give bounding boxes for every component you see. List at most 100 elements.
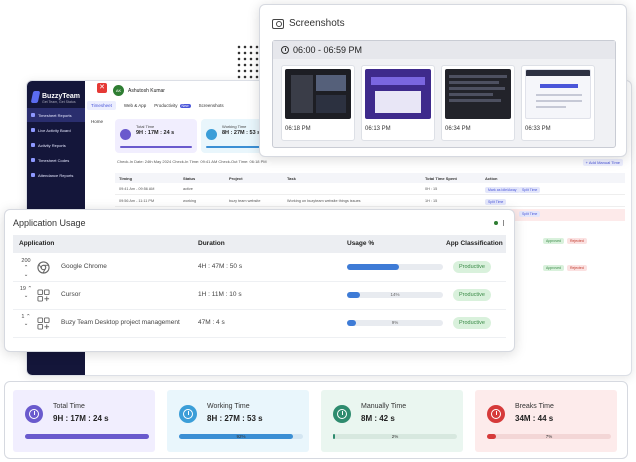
stat-card-total-time: Total Time 9H : 17M : 24 s bbox=[13, 390, 155, 452]
clock-icon bbox=[179, 405, 197, 423]
screenshot-thumbnail[interactable] bbox=[445, 69, 511, 119]
usage-rank[interactable]: 1 ⌃ ⌄ bbox=[19, 314, 33, 328]
screenshot-card[interactable]: 06:18 PM bbox=[281, 65, 355, 141]
column-header-usage: Usage % bbox=[347, 240, 375, 247]
logo-text: BuzzyTeam bbox=[42, 92, 80, 100]
split-time-button[interactable]: Split Time bbox=[519, 187, 541, 193]
table-row: 09:56 Am - 11:11 PM working buzy team we… bbox=[115, 196, 625, 207]
clock-icon bbox=[487, 405, 505, 423]
usage-table-header: Application Duration Usage % App Classif… bbox=[13, 235, 506, 253]
app-duration: 47M : 4 s bbox=[198, 319, 225, 326]
time-range-header: 06:00 - 06:59 PM bbox=[273, 41, 615, 59]
close-icon[interactable]: ✕ bbox=[97, 83, 107, 93]
classification-badge[interactable]: Productive bbox=[453, 261, 491, 273]
cell-total: 0H : 15 bbox=[425, 187, 438, 191]
tab-timesheet[interactable]: Timesheet bbox=[87, 101, 116, 110]
cell-task: Working on buzyteam website things issue… bbox=[287, 199, 361, 203]
clock-icon bbox=[206, 129, 217, 140]
split-time-button[interactable]: Split Time bbox=[519, 211, 541, 217]
sidebar-item-label: Timesheet Codes bbox=[38, 157, 70, 163]
screenshot-card[interactable]: 06:13 PM bbox=[361, 65, 435, 141]
classification-badge[interactable]: Productive bbox=[453, 317, 491, 329]
table-row: 09:41 Am - 09:56 AM active 0H : 15 Mark … bbox=[115, 184, 625, 195]
tab-productivity[interactable]: Productivity New bbox=[154, 103, 191, 108]
column-header: Action bbox=[485, 176, 498, 181]
decorative-dots bbox=[236, 44, 260, 82]
rank-count: 1 bbox=[21, 314, 25, 320]
rejected-badge[interactable]: Rejected bbox=[567, 238, 587, 244]
screenshots-panel: Screenshots 06:00 - 06:59 PM 06:18 PM 06… bbox=[259, 4, 627, 157]
tab-label: Screenshots bbox=[198, 103, 224, 108]
screenshot-card[interactable]: 06:34 PM bbox=[441, 65, 515, 141]
column-header: Status bbox=[183, 176, 196, 181]
stat-percent: 92% bbox=[236, 434, 246, 439]
cell-timing: 09:56 Am - 11:11 PM bbox=[119, 199, 155, 203]
approved-badge[interactable]: Approved bbox=[543, 238, 564, 244]
sidebar-item-live-activity[interactable]: Live Activity Board bbox=[27, 123, 85, 137]
screenshots-title: Screenshots bbox=[289, 18, 345, 29]
split-time-button[interactable]: Split Time bbox=[485, 199, 507, 205]
tab-label: Timesheet bbox=[91, 103, 112, 108]
classification-badge[interactable]: Productive bbox=[453, 289, 491, 301]
sidebar-item-label: Attendance Reports bbox=[38, 172, 74, 178]
logo-mark-icon bbox=[30, 91, 41, 103]
clock-icon bbox=[281, 46, 289, 54]
clock-icon bbox=[120, 129, 131, 140]
tab-web-app[interactable]: Web & App bbox=[124, 103, 146, 108]
sidebar-item-attendance-reports[interactable]: Attendance Reports bbox=[27, 168, 85, 182]
column-header-duration: Duration bbox=[198, 240, 225, 247]
approved-badge[interactable]: Approved bbox=[543, 265, 564, 271]
usage-title: Application Usage bbox=[13, 218, 86, 228]
cell-timing: 09:41 Am - 09:56 AM bbox=[119, 187, 155, 191]
mark-idle-button[interactable]: Mark as Idle/Away bbox=[485, 187, 520, 193]
screenshot-thumbnail[interactable] bbox=[285, 69, 351, 119]
usage-rank[interactable]: 200 ⌃ ⌄ bbox=[19, 258, 33, 279]
screenshot-time: 06:33 PM bbox=[525, 126, 551, 132]
usage-progress bbox=[347, 264, 443, 270]
sidebar-item-label: Timesheet Reports bbox=[38, 112, 72, 118]
mini-card-value: 9H : 17M : 24 s bbox=[136, 130, 175, 136]
usage-row[interactable]: 1 ⌃ ⌄ Buzy Team Desktop project managemen… bbox=[13, 310, 506, 338]
usage-progress-fill bbox=[347, 264, 399, 270]
sidebar-item-timesheet-codes[interactable]: Timesheet Codes bbox=[27, 153, 85, 167]
screenshot-thumbnail[interactable] bbox=[365, 69, 431, 119]
rejected-badge[interactable]: Rejected bbox=[567, 265, 587, 271]
app-name: Buzy Team Desktop project management bbox=[61, 319, 180, 326]
checkin-info: Check-In Date: 24th May 2024 Check-In Ti… bbox=[117, 159, 267, 164]
add-manual-time-button[interactable]: + Add Manual Time bbox=[582, 159, 623, 166]
screenshots-header: Screenshots bbox=[272, 18, 345, 29]
stat-value: 8H : 27M : 53 s bbox=[207, 414, 263, 423]
app-name: Cursor bbox=[61, 291, 81, 298]
app-duration: 1H : 11M : 10 s bbox=[198, 291, 242, 298]
mini-card-progress bbox=[120, 146, 192, 148]
column-header-application: Application bbox=[19, 240, 55, 247]
tab-screenshots[interactable]: Screenshots bbox=[199, 103, 224, 108]
usage-row[interactable]: 200 ⌃ ⌄ Google Chrome 4H : 47M : 50 s Pro… bbox=[13, 254, 506, 282]
stat-title: Working Time bbox=[207, 403, 250, 410]
rank-count: 19 bbox=[19, 286, 26, 292]
sidebar-item-activity-reports[interactable]: Activity Reports bbox=[27, 138, 85, 152]
new-badge: New bbox=[179, 103, 191, 108]
sidebar-item-label: Live Activity Board bbox=[38, 127, 71, 133]
stat-percent: 7% bbox=[545, 434, 553, 439]
stat-card-breaks-time: Breaks Time 34M : 44 s 7% bbox=[475, 390, 617, 452]
stat-title: Breaks Time bbox=[515, 403, 554, 410]
column-header: Project bbox=[229, 176, 243, 181]
screenshot-group: 06:00 - 06:59 PM 06:18 PM 06:13 PM 06:34… bbox=[272, 40, 616, 148]
screenshot-time: 06:34 PM bbox=[445, 126, 471, 132]
stat-title: Manually Time bbox=[361, 403, 407, 410]
screenshot-thumbnail[interactable] bbox=[525, 69, 591, 119]
cell-status: working bbox=[183, 199, 197, 203]
stat-progress: 7% bbox=[487, 434, 611, 439]
user-name: Ashutosh Kumar bbox=[128, 87, 165, 94]
clock-icon bbox=[333, 405, 351, 423]
sidebar-item-timesheet-reports[interactable]: Timesheet Reports bbox=[27, 108, 85, 122]
usage-rank[interactable]: 19 ⌃ ⌄ bbox=[19, 286, 33, 300]
screenshot-card[interactable]: 06:33 PM bbox=[521, 65, 595, 141]
stat-value: 34M : 44 s bbox=[515, 414, 554, 423]
time-range: 06:00 - 06:59 PM bbox=[293, 45, 363, 55]
usage-row[interactable]: 19 ⌃ ⌄ Cursor 1H : 11M : 10 s 14% Product… bbox=[13, 282, 506, 310]
usage-progress: 14% bbox=[347, 292, 443, 298]
cell-total: 1H : 15 bbox=[425, 199, 438, 203]
usage-percent: 9% bbox=[391, 320, 399, 325]
